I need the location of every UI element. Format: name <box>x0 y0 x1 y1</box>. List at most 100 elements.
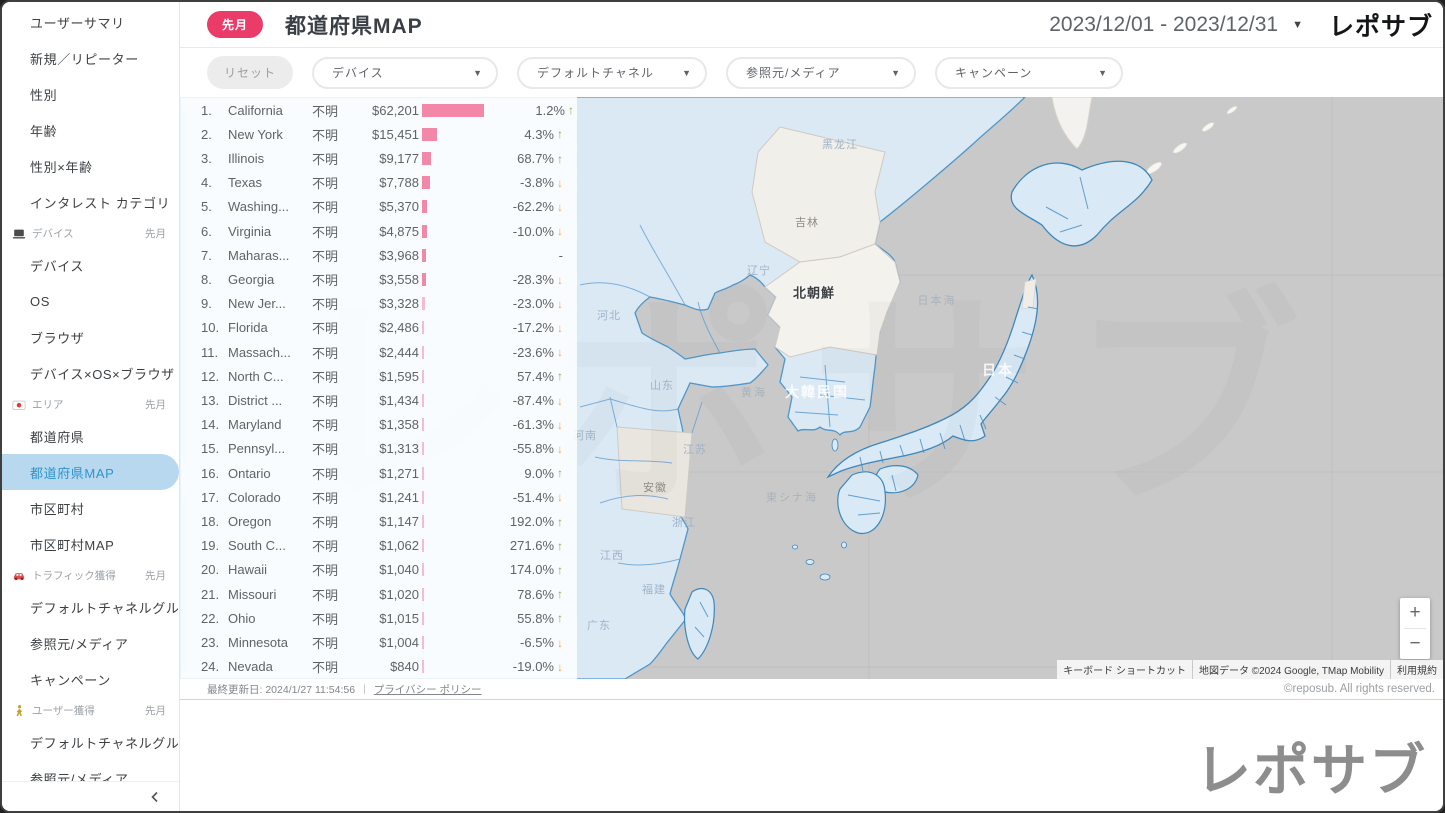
row-change: -87.4% ↓ <box>473 393 563 408</box>
table-row[interactable]: 21. Missouri 不明 $1,020 78.6% ↑ <box>194 582 563 606</box>
date-range-picker[interactable]: 2023/12/01 - 2023/12/31 ▼ <box>1049 13 1303 37</box>
sidebar-item[interactable]: 参照元/メディア <box>2 625 179 661</box>
sidebar-section-header: ユーザー獲得先月 <box>2 697 179 724</box>
table-row[interactable]: 12. North C... 不明 $1,595 57.4% ↑ <box>194 364 563 388</box>
row-revenue: $15,451 <box>352 127 419 142</box>
row-rank: 8. <box>194 272 228 287</box>
sidebar-section-header: トラフィック獲得先月 <box>2 562 179 589</box>
trend-arrow-icon: ↓ <box>557 176 563 190</box>
filter-dropdown[interactable]: デフォルトチャネル▼ <box>517 57 707 89</box>
keyboard-shortcuts-link[interactable]: キーボード ショートカット <box>1057 660 1192 679</box>
table-row[interactable]: 15. Pennsyl... 不明 $1,313 -55.8% ↓ <box>194 437 563 461</box>
sidebar-item[interactable]: 性別×年齢 <box>2 148 179 184</box>
filter-dropdown[interactable]: キャンペーン▼ <box>935 57 1123 89</box>
sidebar-item[interactable]: デバイス <box>2 247 179 283</box>
sidebar-item[interactable]: インタレスト カテゴリ <box>2 184 179 220</box>
sidebar-item[interactable]: デフォルトチャネルグループ <box>2 724 179 760</box>
table-row[interactable]: 10. Florida 不明 $2,486 -17.2% ↓ <box>194 316 563 340</box>
chevron-down-icon: ▼ <box>1084 68 1108 78</box>
sidebar-item[interactable]: OS <box>2 283 179 319</box>
sidebar-item[interactable]: 新規／リピーター <box>2 40 179 76</box>
row-revenue: $1,358 <box>352 417 419 432</box>
row-change-value: -17.2% <box>513 320 554 335</box>
trend-arrow-icon: ↑ <box>557 152 563 166</box>
row-region-name: Massach... <box>228 345 312 360</box>
map-canvas[interactable]: レポサブ 黑龙江吉林辽宁河北北朝鮮日本海大韓民国日本山东黄海河南江苏安徽浙江江西… <box>180 97 1443 679</box>
row-change: -19.0% ↓ <box>473 659 563 674</box>
table-row[interactable]: 20. Hawaii 不明 $1,040 174.0% ↑ <box>194 558 563 582</box>
filter-dropdown[interactable]: デバイス▼ <box>312 57 498 89</box>
table-row[interactable]: 5. Washing... 不明 $5,370 -62.2% ↓ <box>194 195 563 219</box>
row-change-value: - <box>559 248 563 263</box>
sidebar-item[interactable]: 都道府県 <box>2 418 179 454</box>
sidebar-item[interactable]: 都道府県MAP <box>2 454 179 490</box>
row-revenue: $1,020 <box>352 587 419 602</box>
row-region-name: Illinois <box>228 151 312 166</box>
row-device: 不明 <box>312 536 352 555</box>
chevron-down-icon: ▼ <box>877 68 901 78</box>
table-row[interactable]: 19. South C... 不明 $1,062 271.6% ↑ <box>194 534 563 558</box>
table-row[interactable]: 22. Ohio 不明 $1,015 55.8% ↑ <box>194 606 563 630</box>
sidebar-item[interactable]: キャンペーン <box>2 661 179 697</box>
dropdown-label: デフォルトチャネル <box>537 64 654 81</box>
row-bar <box>422 588 424 601</box>
table-row[interactable]: 8. Georgia 不明 $3,558 -28.3% ↓ <box>194 267 563 291</box>
sidebar-item[interactable]: 年齢 <box>2 112 179 148</box>
table-row[interactable]: 1. California 不明 $62,201 1.2% ↑ <box>194 98 563 122</box>
zoom-out-button[interactable]: − <box>1400 629 1430 659</box>
row-revenue: $4,875 <box>352 224 419 239</box>
row-bar <box>422 104 484 117</box>
table-row[interactable]: 9. New Jer... 不明 $3,328 -23.0% ↓ <box>194 292 563 316</box>
brand-logo: レポサブ <box>1329 7 1433 43</box>
row-change: 4.3% ↑ <box>473 127 563 142</box>
table-row[interactable]: 16. Ontario 不明 $1,271 9.0% ↑ <box>194 461 563 485</box>
row-change-value: -28.3% <box>513 272 554 287</box>
zoom-in-button[interactable]: + <box>1400 598 1430 628</box>
table-row[interactable]: 13. District ... 不明 $1,434 -87.4% ↓ <box>194 388 563 412</box>
table-row[interactable]: 17. Colorado 不明 $1,241 -51.4% ↓ <box>194 485 563 509</box>
map-zoom-control: + − <box>1400 598 1430 659</box>
sidebar-item[interactable]: ブラウザ <box>2 319 179 355</box>
sidebar-item[interactable]: デフォルトチャネルグループ <box>2 589 179 625</box>
row-region-name: Colorado <box>228 490 312 505</box>
row-bar <box>422 612 424 625</box>
sidebar-item[interactable]: デバイス×OS×ブラウザ <box>2 355 179 391</box>
table-row[interactable]: 24. Nevada 不明 $840 -19.0% ↓ <box>194 655 563 679</box>
sidebar-item[interactable]: 市区町村 <box>2 490 179 526</box>
section-label: デバイス <box>32 226 74 241</box>
table-row[interactable]: 14. Maryland 不明 $1,358 -61.3% ↓ <box>194 413 563 437</box>
row-region-name: Washing... <box>228 199 312 214</box>
section-period: 先月 <box>145 703 166 718</box>
privacy-policy-link[interactable]: プライバシー ポリシー <box>374 682 482 697</box>
table-row[interactable]: 23. Minnesota 不明 $1,004 -6.5% ↓ <box>194 630 563 654</box>
table-row[interactable]: 18. Oregon 不明 $1,147 192.0% ↑ <box>194 509 563 533</box>
table-row[interactable]: 7. Maharas... 不明 $3,968 - <box>194 243 563 267</box>
table-row[interactable]: 4. Texas 不明 $7,788 -3.8% ↓ <box>194 171 563 195</box>
row-bar <box>422 515 424 528</box>
filter-dropdown[interactable]: 参照元/メディア▼ <box>726 57 916 89</box>
row-bar <box>422 394 424 407</box>
table-row[interactable]: 6. Virginia 不明 $4,875 -10.0% ↓ <box>194 219 563 243</box>
divider: | <box>363 683 366 695</box>
sidebar-section-header: デバイス先月 <box>2 220 179 247</box>
sidebar-item[interactable]: 市区町村MAP <box>2 526 179 562</box>
table-row[interactable]: 3. Illinois 不明 $9,177 68.7% ↑ <box>194 146 563 170</box>
row-rank: 4. <box>194 175 228 190</box>
sidebar-collapse-button[interactable] <box>2 781 179 811</box>
row-rank: 6. <box>194 224 228 239</box>
table-row[interactable]: 11. Massach... 不明 $2,444 -23.6% ↓ <box>194 340 563 364</box>
table-row[interactable]: 2. New York 不明 $15,451 4.3% ↑ <box>194 122 563 146</box>
row-revenue: $1,015 <box>352 611 419 626</box>
row-rank: 7. <box>194 248 228 263</box>
trend-arrow-icon: ↑ <box>568 103 574 117</box>
row-region-name: New Jer... <box>228 296 312 311</box>
reset-button[interactable]: リセット <box>207 56 293 89</box>
row-bar <box>422 539 424 552</box>
row-revenue: $840 <box>352 659 419 674</box>
row-change-value: -23.0% <box>513 296 554 311</box>
sidebar-item[interactable]: 性別 <box>2 76 179 112</box>
sidebar-item[interactable]: ユーザーサマリ <box>2 4 179 40</box>
header: 先月 都道府県MAP 2023/12/01 - 2023/12/31 ▼ レポサ… <box>180 2 1443 48</box>
terms-link[interactable]: 利用規約 <box>1391 660 1443 679</box>
period-badge: 先月 <box>207 11 263 38</box>
